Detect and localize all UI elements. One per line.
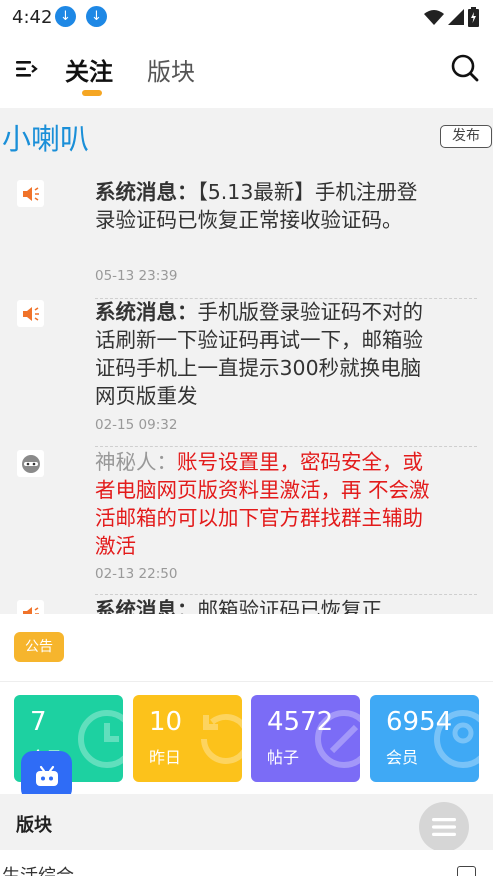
menu-icon[interactable]: [16, 60, 38, 78]
message-sender: 神秘人：: [95, 450, 177, 474]
divider: [95, 594, 477, 595]
status-bar: 4:42 ↓ ↓: [0, 0, 493, 34]
stat-card-posts[interactable]: 4572 帖子: [251, 695, 360, 782]
stat-value: 7: [30, 707, 47, 737]
stat-value: 6954: [386, 707, 453, 737]
message-sender: 系统消息：: [95, 300, 198, 324]
stat-value: 4572: [267, 707, 334, 737]
search-icon[interactable]: [451, 54, 479, 82]
mystery-avatar-icon: [17, 450, 44, 477]
message-body: 系统消息：【5.13最新】手机注册登录验证码已恢复正常接收验证码。: [95, 178, 430, 234]
divider: [95, 446, 477, 447]
section-title: 版块: [16, 815, 52, 836]
message-body: 神秘人：账号设置里，密码安全，或者电脑网页版资料里激活，再 不会激活邮箱的可以加…: [95, 448, 430, 560]
message-time: 02-13 22:50: [95, 566, 178, 582]
stat-value: 10: [149, 707, 183, 737]
floating-menu-icon[interactable]: [419, 802, 469, 852]
stat-label: 会员: [386, 748, 419, 767]
notice-board: 小喇叭 发布 系统消息：【5.13最新】手机注册登录验证码已恢复正常接收验证码。…: [0, 108, 493, 614]
stat-card-yesterday[interactable]: 10 昨日: [133, 695, 242, 782]
message-sender: 系统消息：: [95, 598, 198, 614]
message-text: 邮箱验证码已恢复正: [197, 598, 383, 614]
announcement-bar: 公告: [0, 614, 493, 682]
stat-label: 昨日: [149, 748, 182, 767]
speaker-icon: [17, 180, 44, 207]
publish-button[interactable]: 发布: [440, 125, 492, 148]
status-time: 4:42: [12, 7, 53, 28]
stat-label: 帖子: [267, 748, 300, 767]
tab-forums[interactable]: 版块: [147, 52, 195, 87]
download-icon: ↓: [86, 6, 107, 27]
download-icon: ↓: [55, 6, 76, 27]
announcement-badge[interactable]: 公告: [14, 632, 64, 662]
top-nav: 关注 版块: [0, 34, 493, 108]
notice-board-title: 小喇叭: [2, 122, 90, 156]
collapse-icon[interactable]: [457, 866, 476, 876]
speaker-icon: [17, 600, 44, 614]
message-sender: 系统消息：: [95, 180, 198, 204]
history-icon: [201, 713, 242, 764]
message-time: 02-15 09:32: [95, 417, 178, 433]
wifi-icon: [424, 10, 444, 25]
stat-card-members[interactable]: 6954 会员: [370, 695, 479, 782]
tab-indicator: [82, 90, 102, 96]
speaker-icon: [17, 300, 44, 327]
forum-row[interactable]: 生活综合: [0, 850, 493, 876]
message-body: 系统消息：邮箱验证码已恢复正: [95, 596, 430, 614]
message-body: 系统消息：手机版登录验证码不对的话刷新一下验证码再试一下，邮箱验证码手机上一直提…: [95, 298, 430, 410]
signal-icon: [448, 9, 464, 25]
tab-following[interactable]: 关注: [65, 52, 113, 87]
battery-icon: [468, 7, 479, 27]
stats-row: 7 今日 10 昨日 4572 帖子 6954 会员: [0, 682, 493, 794]
clock-icon: [78, 710, 123, 768]
forum-row-label: 生活综合: [2, 862, 74, 876]
message-time: 05-13 23:39: [95, 268, 178, 284]
